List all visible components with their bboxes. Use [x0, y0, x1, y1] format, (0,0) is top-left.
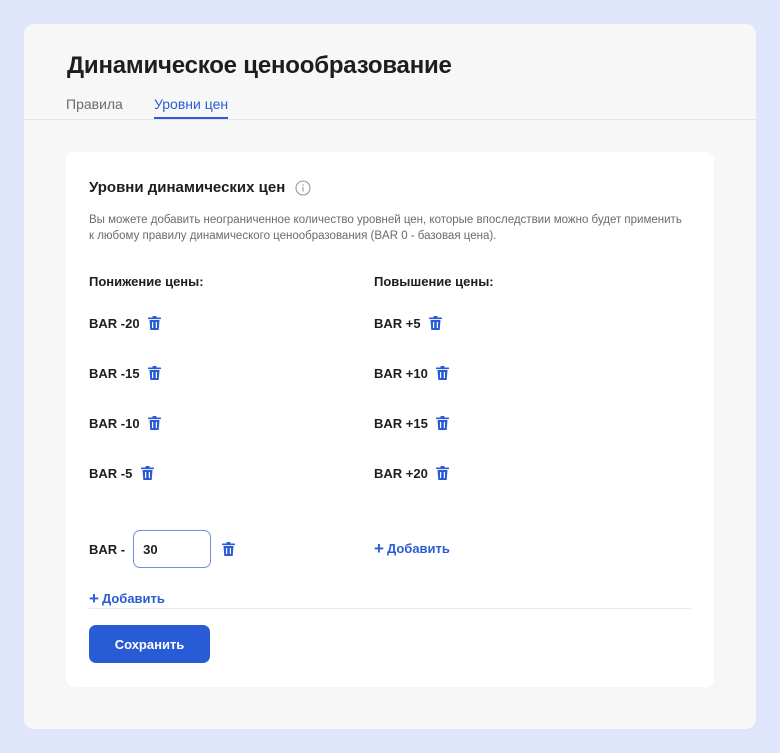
plus-icon: +	[374, 539, 384, 558]
trash-icon[interactable]	[435, 465, 451, 481]
trash-icon[interactable]	[147, 415, 163, 431]
card-description: Вы можете добавить неограниченное количе…	[89, 214, 682, 242]
trash-icon[interactable]	[428, 315, 444, 331]
trash-icon[interactable]	[147, 365, 163, 381]
trash-icon[interactable]	[147, 315, 163, 331]
add-label: Добавить	[101, 591, 165, 606]
decrease-level-row: BAR -10	[89, 408, 163, 438]
plus-icon: +	[89, 589, 99, 608]
increase-heading: Повышение цены:	[374, 274, 494, 289]
level-label: BAR -20	[89, 315, 140, 331]
card-title-text: Уровни динамических цен	[89, 179, 286, 196]
increase-level-row: BAR +20	[374, 458, 451, 488]
divider	[89, 608, 691, 609]
increase-level-row: BAR +15	[374, 408, 451, 438]
tab-price-levels[interactable]: Уровни цен	[154, 96, 229, 119]
save-button[interactable]: Сохранить	[89, 625, 210, 663]
trash-icon[interactable]	[220, 541, 236, 557]
price-levels-card: Уровни динамических цен Вы можете добави…	[66, 152, 714, 687]
level-label: BAR -15	[89, 365, 140, 381]
tab-rules[interactable]: Правила	[66, 96, 123, 118]
new-level-value-input[interactable]	[133, 530, 212, 568]
trash-icon[interactable]	[139, 465, 155, 481]
increase-level-row: BAR +10	[374, 358, 451, 388]
decrease-level-row: BAR -15	[89, 358, 163, 388]
info-circle-icon[interactable]	[295, 179, 311, 196]
add-label: Добавить	[386, 541, 450, 556]
new-level-prefix: BAR -	[89, 541, 126, 557]
level-label: BAR +5	[374, 315, 421, 331]
increase-level-row: BAR +5	[374, 308, 444, 338]
main-panel: Динамическое ценообразование Правила Уро…	[24, 24, 756, 729]
add-decrease-level-button[interactable]: + Добавить	[89, 590, 165, 607]
level-label: BAR -10	[89, 415, 140, 431]
decrease-level-row: BAR -5	[89, 458, 155, 488]
trash-icon[interactable]	[435, 415, 451, 431]
page-title: Динамическое ценообразование	[67, 52, 452, 79]
add-increase-level-button[interactable]: + Добавить	[374, 540, 450, 557]
decrease-heading: Понижение цены:	[89, 274, 204, 289]
tab-bar: Правила Уровни цен	[24, 94, 756, 120]
decrease-level-row: BAR -20	[89, 308, 163, 338]
level-label: BAR -5	[89, 465, 133, 481]
level-label: BAR +15	[374, 415, 428, 431]
new-decrease-level-row: BAR -	[89, 530, 236, 568]
card-title: Уровни динамических цен	[89, 179, 311, 196]
trash-icon[interactable]	[435, 365, 451, 381]
level-label: BAR +20	[374, 465, 428, 481]
level-label: BAR +10	[374, 365, 428, 381]
